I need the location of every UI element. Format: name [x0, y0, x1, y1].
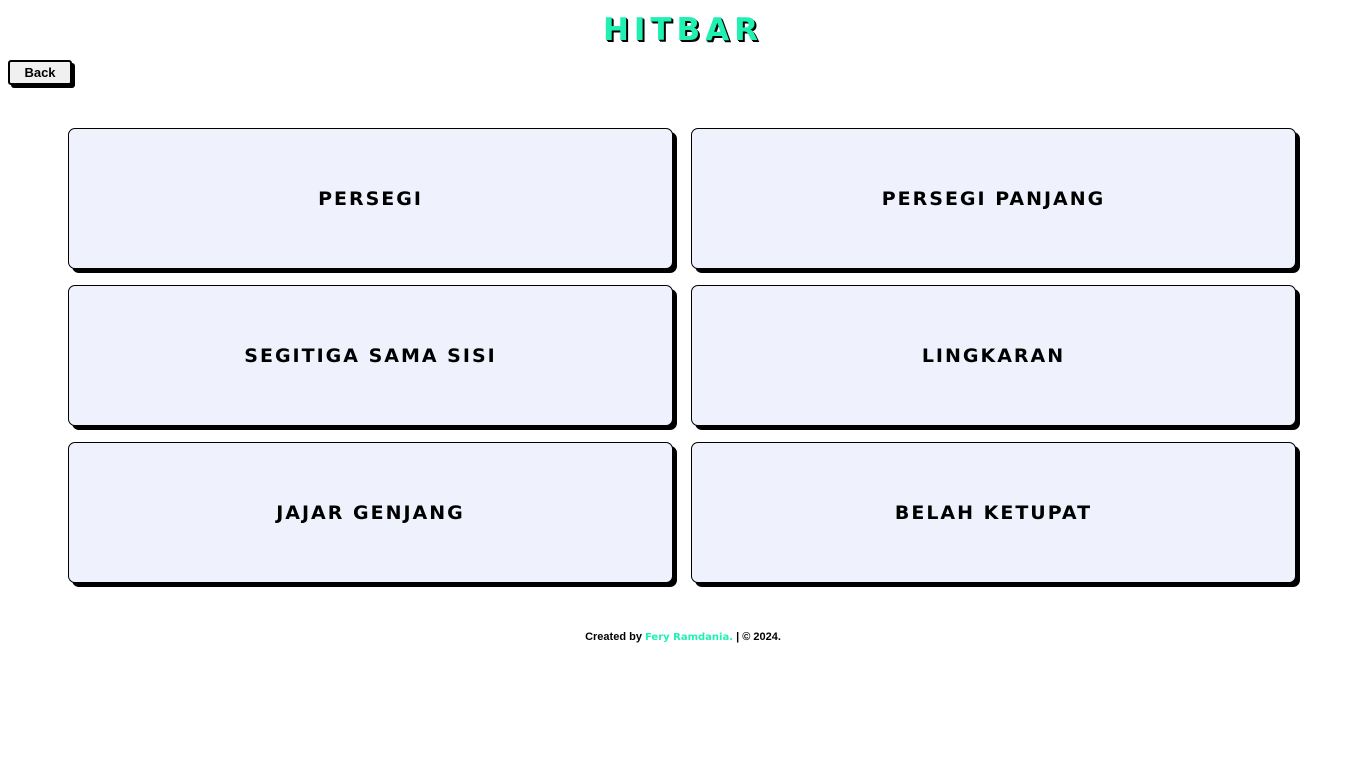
- footer-prefix: Created by: [585, 631, 642, 643]
- shape-grid: PERSEGI PERSEGI PANJANG SEGITIGA SAMA SI…: [68, 128, 1298, 583]
- shape-card-label: PERSEGI: [318, 187, 423, 210]
- shape-card-label: LINGKARAN: [921, 344, 1066, 367]
- footer-author-link[interactable]: Fery Ramdania.: [645, 632, 733, 643]
- shape-card-jajar-genjang[interactable]: JAJAR GENJANG: [68, 442, 673, 583]
- back-button[interactable]: Back: [8, 60, 72, 85]
- shape-card-lingkaran[interactable]: LINGKARAN: [691, 285, 1296, 426]
- shape-card-persegi[interactable]: PERSEGI: [68, 128, 673, 269]
- footer: Created by Fery Ramdania. | © 2024.: [0, 631, 1366, 643]
- app-logo: HITBAR: [602, 12, 764, 48]
- shape-card-label: PERSEGI PANJANG: [881, 187, 1106, 210]
- footer-copyright: | © 2024.: [736, 631, 781, 643]
- shape-card-segitiga-sama-sisi[interactable]: SEGITIGA SAMA SISI: [68, 285, 673, 426]
- shape-card-belah-ketupat[interactable]: BELAH KETUPAT: [691, 442, 1296, 583]
- shape-card-persegi-panjang[interactable]: PERSEGI PANJANG: [691, 128, 1296, 269]
- shape-card-label: JAJAR GENJANG: [276, 501, 465, 524]
- shape-card-label: BELAH KETUPAT: [894, 501, 1093, 524]
- shape-card-label: SEGITIGA SAMA SISI: [244, 344, 497, 367]
